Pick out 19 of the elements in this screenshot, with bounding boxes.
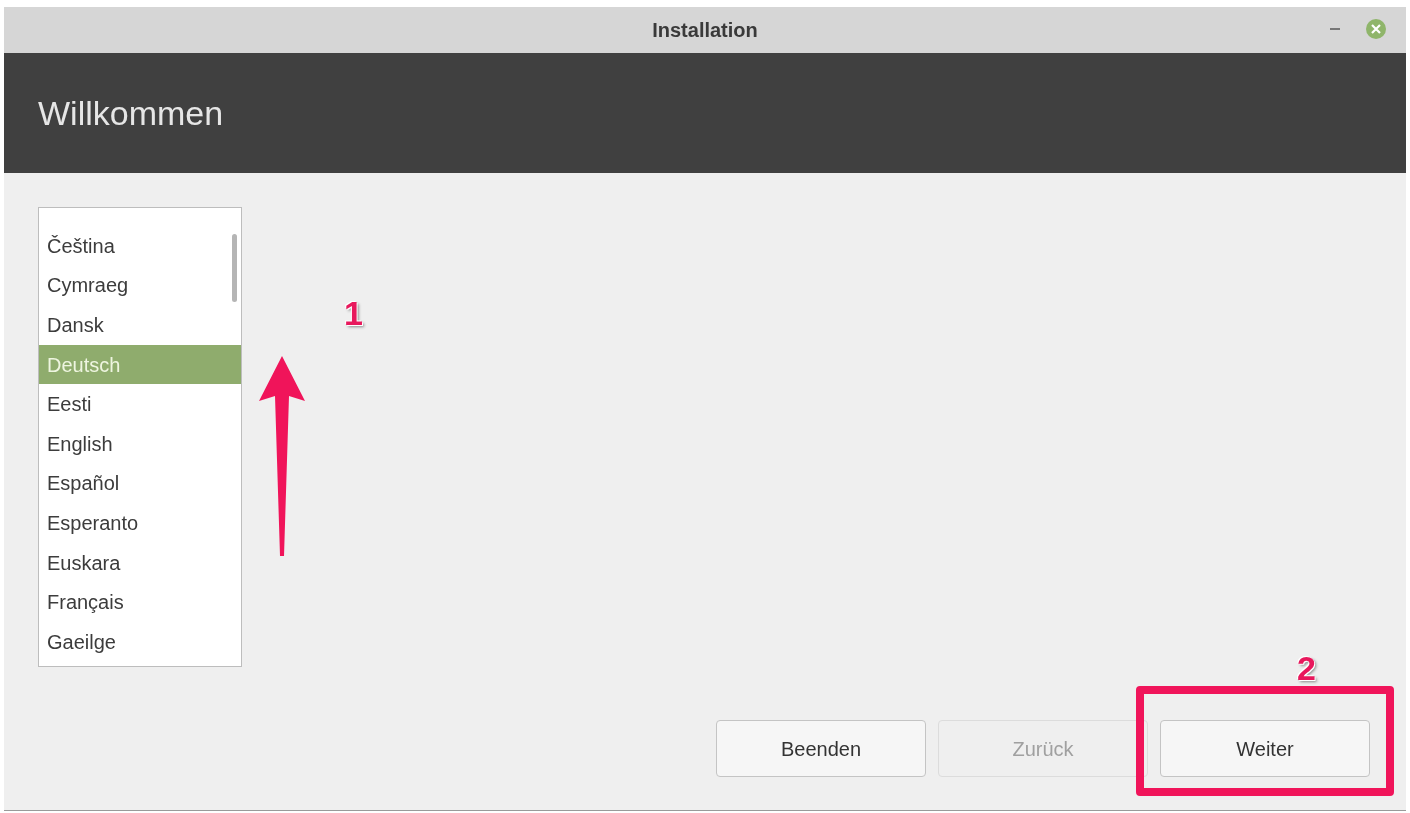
- annotation-number: 1: [344, 293, 363, 334]
- language-item[interactable]: Eesti: [39, 384, 241, 424]
- language-item[interactable]: English: [39, 423, 241, 464]
- minimize-icon[interactable]: [1330, 27, 1340, 31]
- page-title: Willkommen: [38, 92, 224, 134]
- language-item[interactable]: Čeština: [39, 226, 241, 266]
- language-item[interactable]: Dansk: [39, 305, 241, 345]
- window-title: Installation: [652, 18, 758, 43]
- language-item[interactable]: Euskara: [39, 542, 241, 583]
- annotation-number: 2: [1297, 648, 1316, 689]
- language-item[interactable]: Cymraeg: [39, 265, 241, 306]
- next-button[interactable]: Weiter: [1160, 720, 1370, 777]
- language-item[interactable]: Español: [39, 463, 241, 504]
- scrollbar-thumb[interactable]: [232, 234, 237, 302]
- close-icon[interactable]: [1366, 19, 1386, 39]
- language-item[interactable]: Esperanto: [39, 503, 241, 543]
- language-item[interactable]: Gaeilge: [39, 621, 241, 662]
- quit-button[interactable]: Beenden: [716, 720, 926, 777]
- language-item[interactable]: Français: [39, 582, 241, 622]
